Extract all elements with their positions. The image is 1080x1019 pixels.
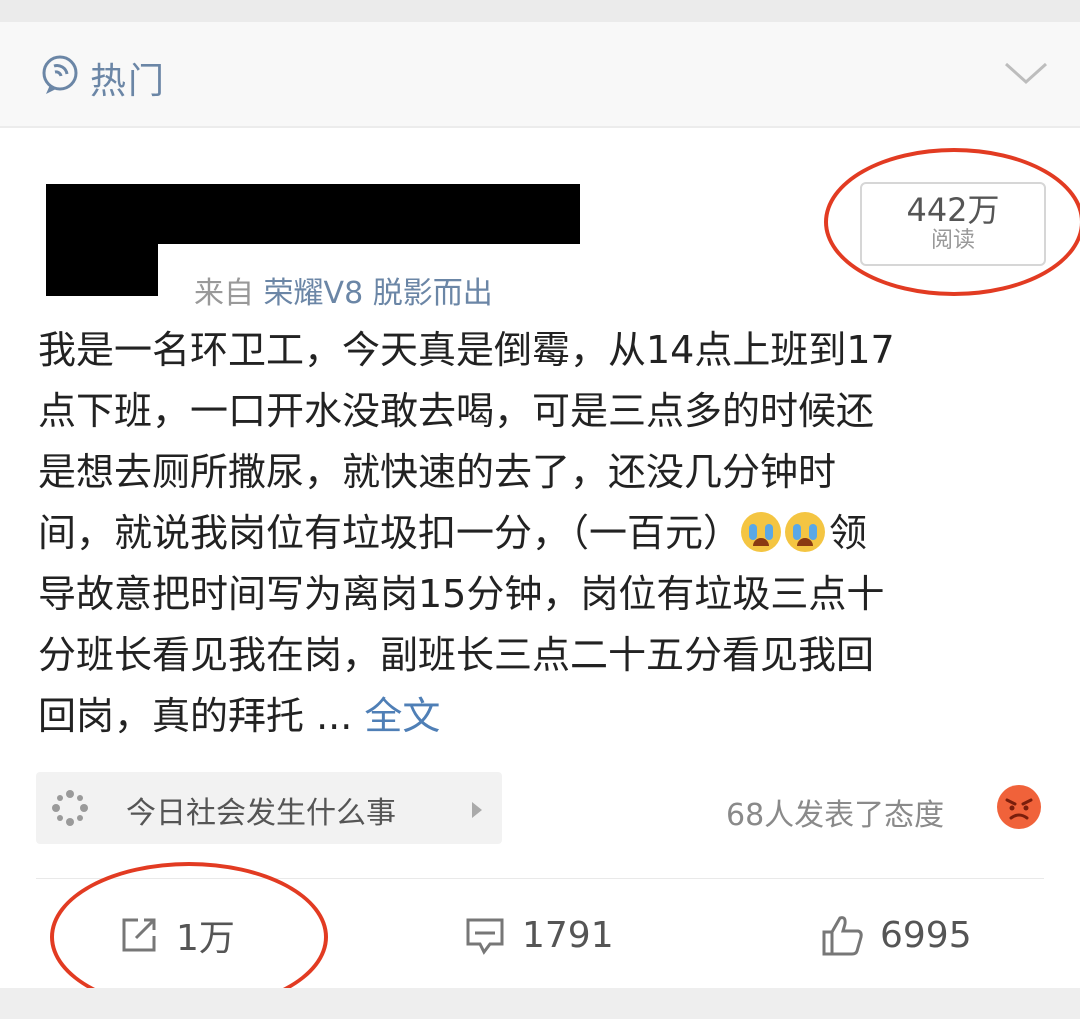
post-line: 我是一名环卫工，今天真是倒霉，从14点上班到17 bbox=[38, 328, 895, 372]
chevron-down-icon[interactable] bbox=[1002, 58, 1050, 88]
post-line-text: 间，就说我岗位有垃圾扣一分，（一百元） bbox=[38, 511, 742, 555]
post-line-tail: 领 bbox=[829, 511, 868, 555]
post-card: 热门 来自 荣耀V8 脱影而出 442万 阅读 我是一名环卫工，今天真是倒霉，从… bbox=[0, 22, 1080, 1012]
top-gap bbox=[0, 0, 1080, 22]
source-device-link[interactable]: 荣耀V8 脱影而出 bbox=[264, 276, 493, 311]
comment-icon bbox=[466, 918, 504, 955]
read-count-box: 442万 阅读 bbox=[860, 182, 1046, 266]
repost-button[interactable]: 1万 bbox=[116, 912, 235, 959]
post-line: 点下班，一口开水没敢去喝，可是三点多的时候还 bbox=[38, 389, 875, 433]
read-count: 442万 bbox=[906, 191, 1000, 229]
topic-tag[interactable]: 今日社会发生什么事 bbox=[36, 772, 502, 844]
cry-emoji bbox=[741, 512, 782, 552]
attitude-count[interactable]: 68人发表了态度 bbox=[726, 790, 944, 834]
comment-button[interactable]: 1791 bbox=[462, 912, 614, 958]
cry-emoji bbox=[785, 512, 826, 552]
chevron-right-icon bbox=[472, 802, 482, 818]
post-line-text: 回岗，真的拜托 ... bbox=[38, 694, 365, 738]
like-icon bbox=[822, 916, 863, 956]
bottom-gap bbox=[0, 988, 1080, 1019]
source-prefix: 来自 bbox=[194, 276, 254, 311]
repost-icon bbox=[122, 918, 156, 952]
post-line: 间，就说我岗位有垃圾扣一分，（一百元） 领 bbox=[38, 503, 1048, 564]
read-label: 阅读 bbox=[930, 228, 975, 253]
comment-count: 1791 bbox=[522, 914, 614, 956]
topic-label: 今日社会发生什么事 bbox=[126, 796, 396, 831]
post-line: 回岗，真的拜托 ... 全文 bbox=[38, 686, 1048, 747]
like-count: 6995 bbox=[880, 914, 972, 956]
full-text-link[interactable]: 全文 bbox=[364, 694, 440, 738]
username-redacted[interactable] bbox=[120, 184, 580, 244]
angry-emoji-icon[interactable] bbox=[996, 784, 1042, 830]
section-title: 热门 bbox=[90, 61, 167, 102]
hot-icon bbox=[42, 55, 78, 94]
topic-icon bbox=[52, 790, 88, 826]
post-line: 分班长看见我在岗，副班长三点二十五分看见我回 bbox=[38, 633, 875, 677]
post-line: 是想去厕所撒尿，就快速的去了，还没几分钟时 bbox=[38, 450, 837, 494]
post-body[interactable]: 我是一名环卫工，今天真是倒霉，从14点上班到17 点下班，一口开水没敢去喝，可是… bbox=[38, 320, 1048, 747]
repost-count: 1万 bbox=[176, 918, 235, 959]
post-source: 来自 荣耀V8 脱影而出 bbox=[194, 268, 493, 312]
section-header: 热门 bbox=[0, 22, 1080, 128]
post-line: 导故意把时间写为离岗15分钟，岗位有垃圾三点十 bbox=[38, 572, 885, 616]
divider bbox=[36, 878, 1044, 879]
like-button[interactable]: 6995 bbox=[820, 912, 972, 958]
